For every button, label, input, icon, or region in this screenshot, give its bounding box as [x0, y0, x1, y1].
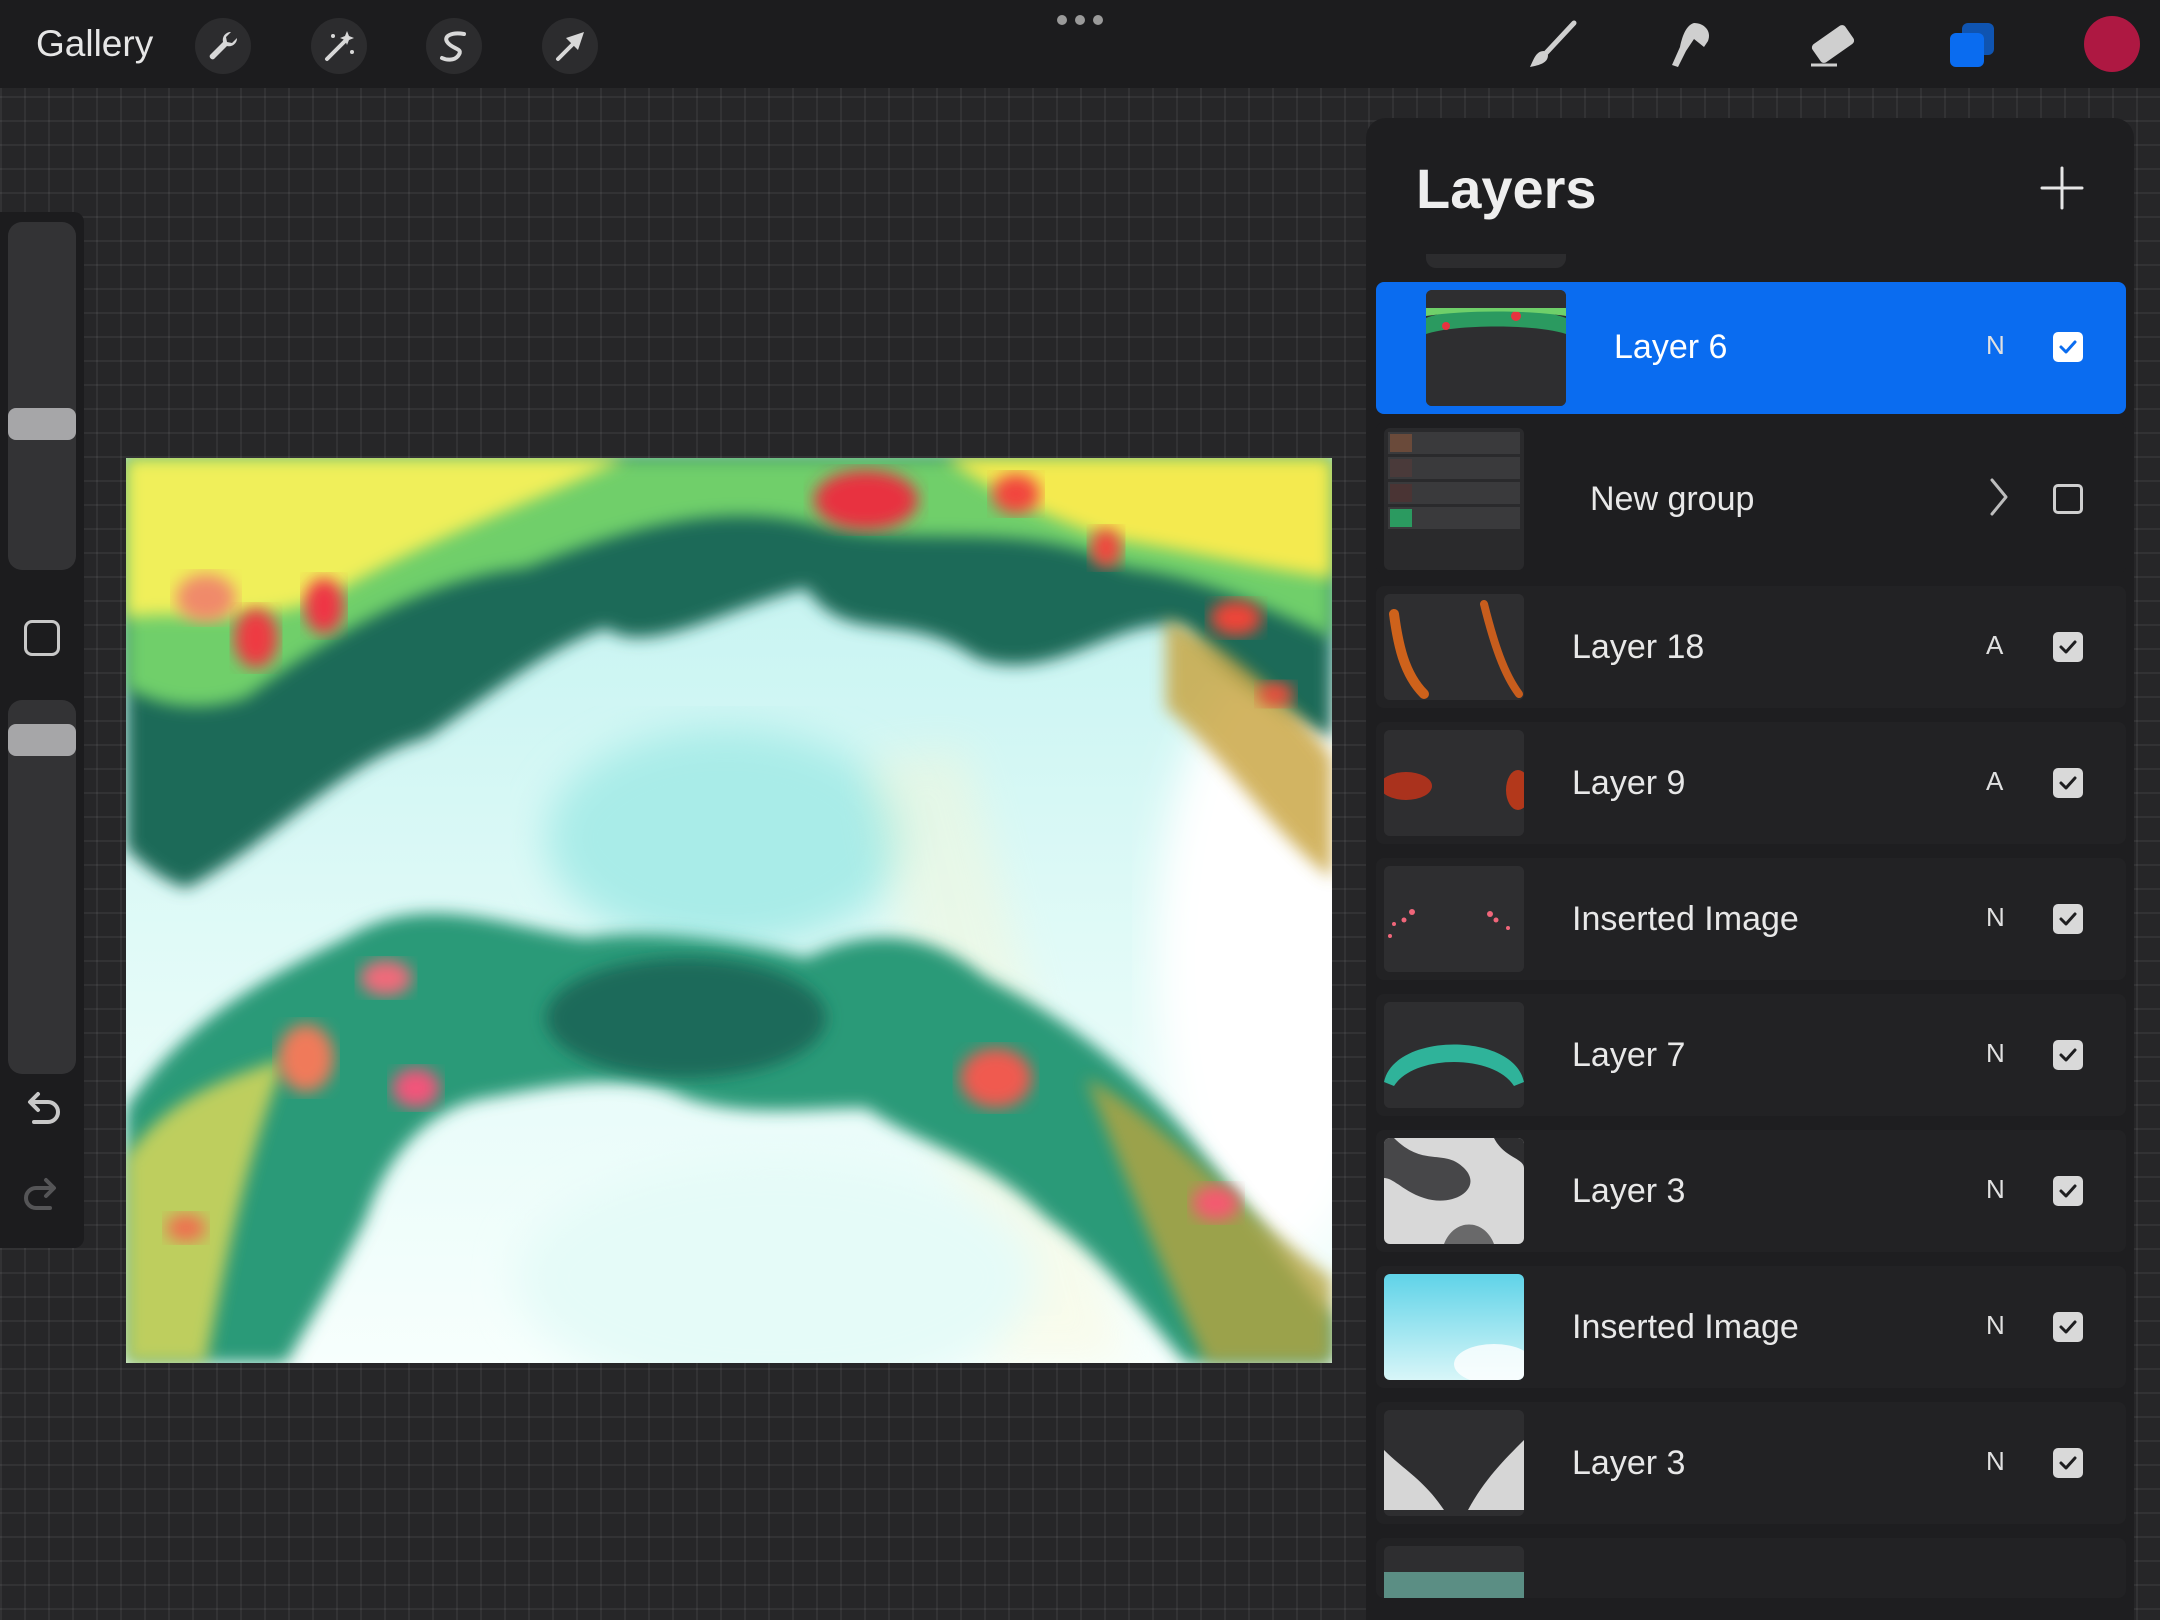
blend-mode[interactable]: N — [1986, 1038, 2005, 1069]
visibility-checkbox[interactable] — [2053, 1312, 2083, 1342]
magic-wand-icon[interactable] — [311, 18, 367, 74]
checkmark-icon — [2059, 1320, 2077, 1334]
blend-mode[interactable]: N — [1986, 1446, 2005, 1477]
opacity-thumb[interactable] — [8, 724, 76, 756]
layer-thumbnail — [1384, 1138, 1524, 1244]
ellipsis-icon[interactable] — [1056, 14, 1104, 26]
visibility-checkbox[interactable] — [2053, 632, 2083, 662]
visibility-checkbox[interactable] — [2053, 332, 2083, 362]
layer-row-inserted-image[interactable]: Inserted Image N — [1376, 858, 2126, 980]
visibility-checkbox[interactable] — [2053, 1040, 2083, 1070]
layer-thumbnail — [1426, 290, 1566, 406]
layer-thumbnail — [1384, 866, 1524, 972]
visibility-checkbox[interactable] — [2053, 484, 2083, 514]
layer-row-layer-9[interactable]: Layer 9 A — [1376, 722, 2126, 844]
layer-row-new-group[interactable]: New group — [1376, 422, 2126, 574]
undo-icon[interactable] — [20, 1088, 64, 1132]
checkmark-icon — [2059, 776, 2077, 790]
layer-name[interactable]: Layer 18 — [1572, 626, 1704, 668]
visibility-checkbox[interactable] — [2053, 1448, 2083, 1478]
modifier-button[interactable] — [24, 620, 60, 656]
color-picker-button[interactable] — [2084, 16, 2140, 72]
layer-name[interactable]: Inserted Image — [1572, 1306, 1799, 1348]
group-name[interactable]: New group — [1590, 478, 1754, 520]
checkmark-icon — [2059, 912, 2077, 926]
artwork — [126, 458, 1332, 1363]
checkmark-icon — [2059, 640, 2077, 654]
checkmark-icon — [2059, 1184, 2077, 1198]
brush-size-slider[interactable] — [8, 222, 76, 570]
visibility-checkbox[interactable] — [2053, 768, 2083, 798]
checkmark-icon — [2059, 1048, 2077, 1062]
eraser-icon[interactable] — [1800, 14, 1864, 76]
layer-thumbnail — [1384, 730, 1524, 836]
arrow-transform-icon[interactable] — [542, 18, 598, 74]
brush-icon[interactable] — [1520, 14, 1584, 76]
blend-mode[interactable]: N — [1986, 1174, 2005, 1205]
layer-row-layer-6[interactable]: Layer 6 N — [1376, 282, 2126, 414]
top-toolbar: Gallery — [0, 0, 2160, 88]
layer-row-partial — [1426, 254, 1566, 268]
selection-s-icon[interactable] — [426, 18, 482, 74]
gallery-button[interactable]: Gallery — [36, 22, 153, 66]
plus-icon[interactable] — [2036, 162, 2088, 214]
layer-row-layer-18[interactable]: Layer 18 A — [1376, 586, 2126, 708]
layer-row-inserted-image-sky[interactable]: Inserted Image N — [1376, 1266, 2126, 1388]
drawing-canvas[interactable] — [126, 458, 1332, 1363]
layer-thumbnail — [1384, 1274, 1524, 1380]
layer-thumbnail — [1384, 594, 1524, 700]
brush-size-thumb[interactable] — [8, 408, 76, 440]
visibility-checkbox[interactable] — [2053, 1176, 2083, 1206]
opacity-slider[interactable] — [8, 700, 76, 1074]
visibility-checkbox[interactable] — [2053, 904, 2083, 934]
layer-thumbnail — [1384, 1002, 1524, 1108]
layer-row-partial-bottom[interactable] — [1376, 1538, 2126, 1598]
smudge-icon[interactable] — [1660, 14, 1724, 76]
layers-panel: Layers Layer 6 N New group Layer 18 A La… — [1366, 118, 2134, 1620]
wrench-icon[interactable] — [195, 18, 251, 74]
layer-row-layer-3[interactable]: Layer 3 N — [1376, 1130, 2126, 1252]
chevron-right-icon[interactable] — [1984, 474, 2014, 520]
layer-name[interactable]: Layer 9 — [1572, 762, 1685, 804]
checkmark-icon — [2059, 1456, 2077, 1470]
blend-mode[interactable]: A — [1986, 630, 2003, 661]
panel-title: Layers — [1416, 157, 1597, 220]
layer-name[interactable]: Layer 6 — [1614, 326, 1727, 368]
layers-icon[interactable] — [1940, 14, 2004, 76]
left-sidebar — [0, 212, 84, 1248]
layer-row-layer-7[interactable]: Layer 7 N — [1376, 994, 2126, 1116]
blend-mode[interactable]: N — [1986, 902, 2005, 933]
blend-mode[interactable]: A — [1986, 766, 2003, 797]
blend-mode[interactable]: N — [1986, 1310, 2005, 1341]
checkmark-icon — [2059, 340, 2077, 354]
layer-name[interactable]: Layer 3 — [1572, 1442, 1685, 1484]
layer-name[interactable]: Inserted Image — [1572, 898, 1799, 940]
blend-mode[interactable]: N — [1986, 330, 2005, 361]
group-thumbnail — [1384, 428, 1524, 570]
redo-icon[interactable] — [20, 1174, 64, 1218]
layer-name[interactable]: Layer 7 — [1572, 1034, 1685, 1076]
layer-thumbnail — [1384, 1410, 1524, 1516]
layer-thumbnail — [1384, 1546, 1524, 1598]
layer-row-layer-3-b[interactable]: Layer 3 N — [1376, 1402, 2126, 1524]
layer-name[interactable]: Layer 3 — [1572, 1170, 1685, 1212]
